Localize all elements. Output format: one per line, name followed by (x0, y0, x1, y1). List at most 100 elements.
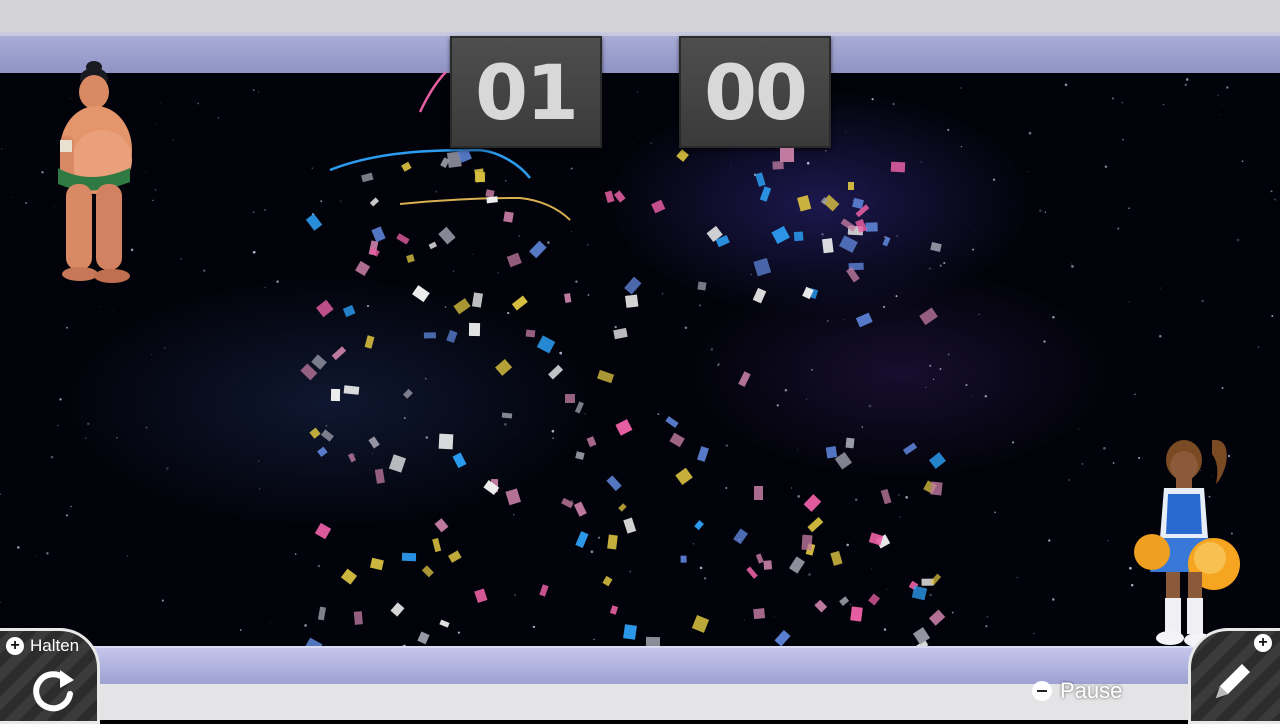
confetti-piece (412, 284, 430, 302)
confetti-piece (417, 631, 430, 645)
confetti-piece (369, 247, 381, 257)
confetti-piece (796, 195, 812, 213)
confetti-piece (354, 610, 364, 625)
confetti-piece (536, 335, 556, 354)
confetti-piece (369, 197, 379, 207)
confetti-piece (803, 494, 822, 513)
pencil-icon[interactable] (1208, 656, 1258, 706)
left-score-panel: 01 (450, 36, 602, 148)
confetti-piece (506, 252, 522, 267)
confetti-piece (575, 530, 589, 548)
confetti-piece (390, 602, 404, 617)
confetti-piece (680, 555, 687, 563)
confetti-piece (825, 445, 838, 458)
confetti-piece (310, 354, 327, 370)
confetti-piece (434, 518, 449, 533)
confetti-piece (331, 346, 346, 361)
confetti-piece (838, 235, 858, 253)
confetti-piece (602, 575, 613, 586)
confetti-piece (317, 606, 326, 621)
confetti-piece (613, 190, 626, 202)
confetti-piece (529, 241, 547, 259)
confetti-piece (396, 233, 411, 245)
confetti-piece (494, 359, 513, 377)
confetti-piece (752, 287, 766, 303)
confetti-piece (374, 468, 385, 484)
confetti-piece (772, 161, 784, 171)
confetti-piece (868, 593, 881, 607)
confetti-piece (485, 195, 498, 203)
confetti-piece (421, 565, 434, 578)
pause-control[interactable]: Pause (1032, 678, 1122, 704)
confetti-piece (674, 467, 693, 486)
hold-label: Halten (30, 636, 80, 655)
confetti-piece (316, 300, 334, 318)
confetti-piece (762, 560, 772, 570)
confetti-piece (839, 596, 850, 607)
plus-icon: + (1254, 634, 1272, 652)
confetti-piece (331, 388, 340, 401)
confetti-piece (780, 148, 794, 162)
confetti-piece (771, 225, 791, 245)
confetti-piece (452, 298, 471, 315)
confetti-piece (574, 401, 584, 414)
confetti-piece (930, 242, 942, 253)
confetti-piece (503, 211, 514, 223)
confetti-piece (439, 619, 450, 628)
confetti-piece (468, 322, 480, 337)
confetti-piece (613, 328, 629, 340)
confetti-piece (732, 528, 748, 545)
circular-arrow-icon[interactable] (26, 664, 80, 712)
confetti-piece (855, 312, 874, 328)
confetti-piece (754, 486, 763, 501)
confetti-piece (624, 276, 642, 294)
pause-label: Pause (1060, 678, 1123, 703)
confetti-piece (891, 161, 906, 173)
confetti-piece (438, 226, 456, 244)
confetti-piece (512, 295, 528, 311)
confetti-piece (929, 609, 946, 626)
confetti-piece (669, 432, 686, 449)
confetti-piece (868, 532, 883, 545)
confetti-piece (774, 629, 791, 647)
confetti-piece (664, 416, 679, 428)
confetti-piece (343, 305, 356, 317)
confetti-piece (317, 446, 328, 458)
confetti-piece (354, 261, 371, 277)
left-score: 01 (475, 47, 579, 137)
confetti-piece (586, 436, 597, 448)
confetti-piece (474, 588, 488, 603)
confetti-piece (793, 231, 804, 242)
confetti-piece (814, 600, 827, 613)
confetti-piece (406, 254, 415, 263)
sumo-wrestler[interactable] (50, 56, 140, 288)
plus-icon: + (6, 637, 24, 655)
right-score: 00 (704, 47, 808, 137)
confetti-piece (789, 555, 806, 574)
confetti-piece (364, 335, 375, 350)
confetti-piece (755, 171, 766, 187)
confetti-piece (403, 388, 413, 399)
confetti-piece (746, 566, 759, 580)
confetti-piece (880, 488, 892, 505)
confetti-piece (691, 614, 710, 633)
confetti-piece (759, 186, 772, 203)
confetti-piece (446, 330, 458, 344)
confetti-piece (305, 213, 323, 232)
confetti-piece (606, 475, 622, 492)
confetti-piece (607, 534, 618, 550)
confetti-piece (912, 626, 931, 645)
confetti-piece (308, 427, 321, 439)
confetti-piece (321, 429, 334, 442)
confetti-piece (737, 371, 751, 388)
confetti-piece (754, 258, 772, 277)
confetti-piece (919, 307, 939, 326)
confetti-piece (369, 558, 384, 571)
confetti-piece (882, 236, 891, 247)
confetti-piece (539, 584, 549, 597)
confetti-piece (864, 222, 878, 233)
confetti-piece (561, 498, 574, 509)
confetti-piece (850, 606, 863, 622)
confetti-piece (697, 281, 707, 290)
confetti-piece (597, 369, 615, 384)
